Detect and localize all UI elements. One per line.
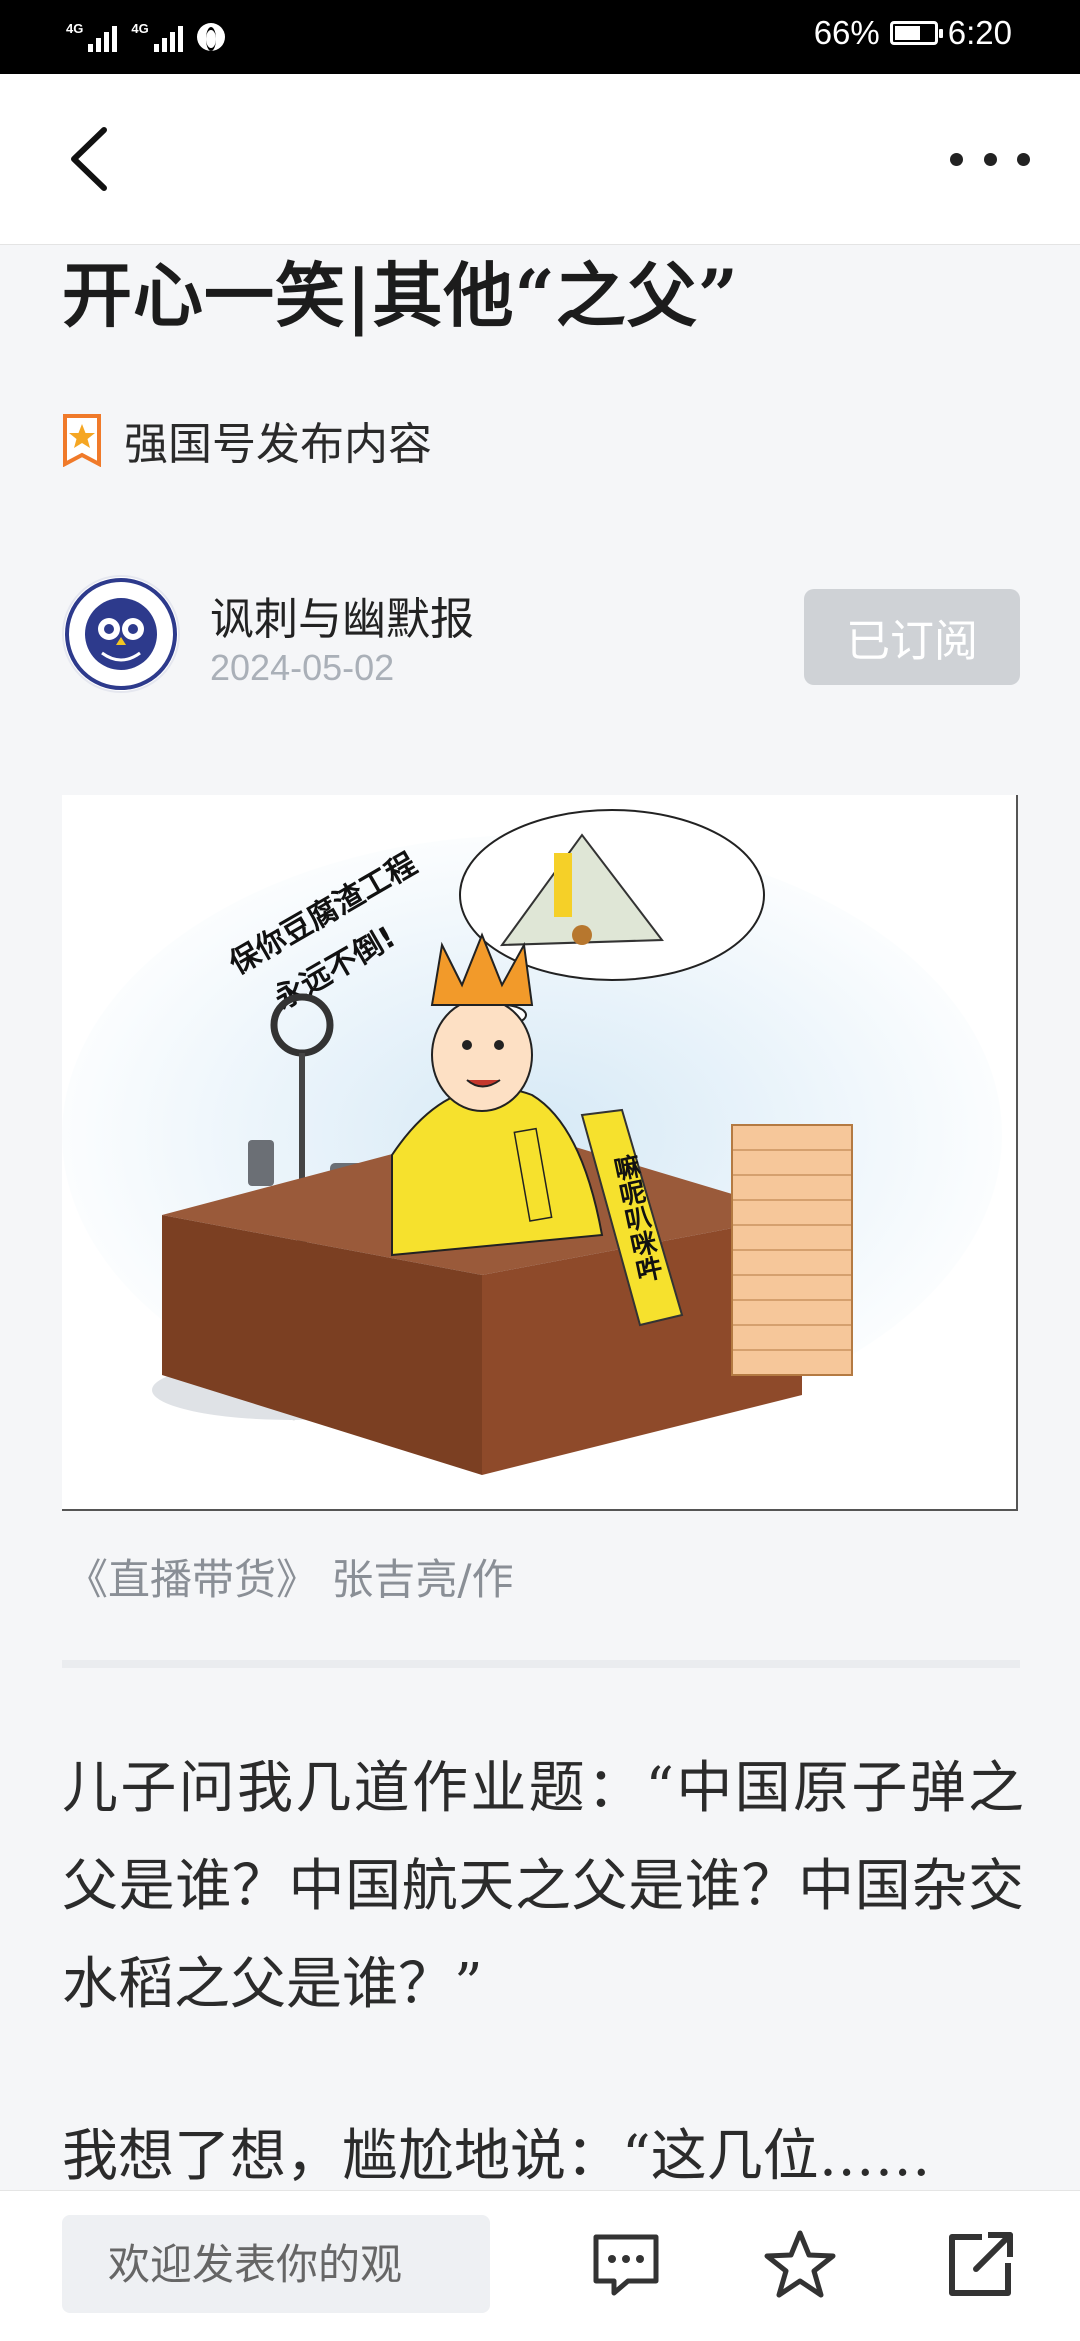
section-divider <box>62 1660 1020 1668</box>
publish-tag: 强国号发布内容 <box>62 408 432 472</box>
favorite-button[interactable] <box>762 2227 838 2303</box>
back-button[interactable] <box>60 124 130 194</box>
network-type-label-2: 4G <box>131 21 149 36</box>
article-image[interactable]: 保你豆腐渣工程 永远不倒! 嘛呢叭咪吽 <box>62 795 1018 1511</box>
more-button[interactable] <box>950 144 1030 174</box>
cartoon-illustration: 保你豆腐渣工程 永远不倒! 嘛呢叭咪吽 <box>62 809 1002 1475</box>
comment-input[interactable] <box>62 2215 490 2313</box>
share-icon <box>949 2232 1013 2296</box>
more-horizontal-icon <box>950 152 963 166</box>
owl-logo-icon <box>65 578 177 690</box>
publish-tag-label: 强国号发布内容 <box>124 419 432 470</box>
status-bar: 4G 4G 66% 6:20 <box>0 0 1080 74</box>
stacked-boxes <box>731 1124 853 1376</box>
battery-icon <box>889 21 943 45</box>
article-paragraph: 儿子问我几道作业题：“中国原子弹之父是谁？中国航天之父是谁？中国杂交水稻之父是谁… <box>62 1756 1024 2017</box>
globe-icon <box>196 23 225 51</box>
comment-icon <box>593 2234 659 2296</box>
author-row: 讽刺与幽默报 2024-05-02 已订阅 <box>62 575 1020 695</box>
subscribe-button[interactable]: 已订阅 <box>804 589 1020 685</box>
star-icon <box>764 2230 836 2298</box>
star-badge-icon <box>63 414 101 467</box>
status-left: 4G 4G <box>66 16 225 58</box>
image-caption: 《直播带货》 张吉亮/作 <box>66 1555 514 1604</box>
share-button[interactable] <box>942 2227 1018 2303</box>
battery-fill <box>894 26 920 40</box>
status-right: 66% 6:20 <box>814 14 1012 52</box>
battery-percent: 66% <box>813 14 880 51</box>
signal-icon: 4G <box>66 21 118 52</box>
article-title: 开心一笑|其他“之父” <box>62 254 739 337</box>
network-type-label: 4G <box>66 21 84 36</box>
top-nav-bar <box>0 74 1080 245</box>
chevron-left-icon <box>71 127 107 191</box>
signal-icon-2: 4G <box>131 21 183 52</box>
clock: 6:20 <box>947 14 1012 51</box>
author-avatar[interactable] <box>62 575 180 693</box>
bottom-action-bar <box>0 2190 1080 2341</box>
author-name[interactable]: 讽刺与幽默报 <box>210 583 474 647</box>
publish-date: 2024-05-02 <box>210 647 395 688</box>
comment-button[interactable] <box>588 2227 664 2303</box>
